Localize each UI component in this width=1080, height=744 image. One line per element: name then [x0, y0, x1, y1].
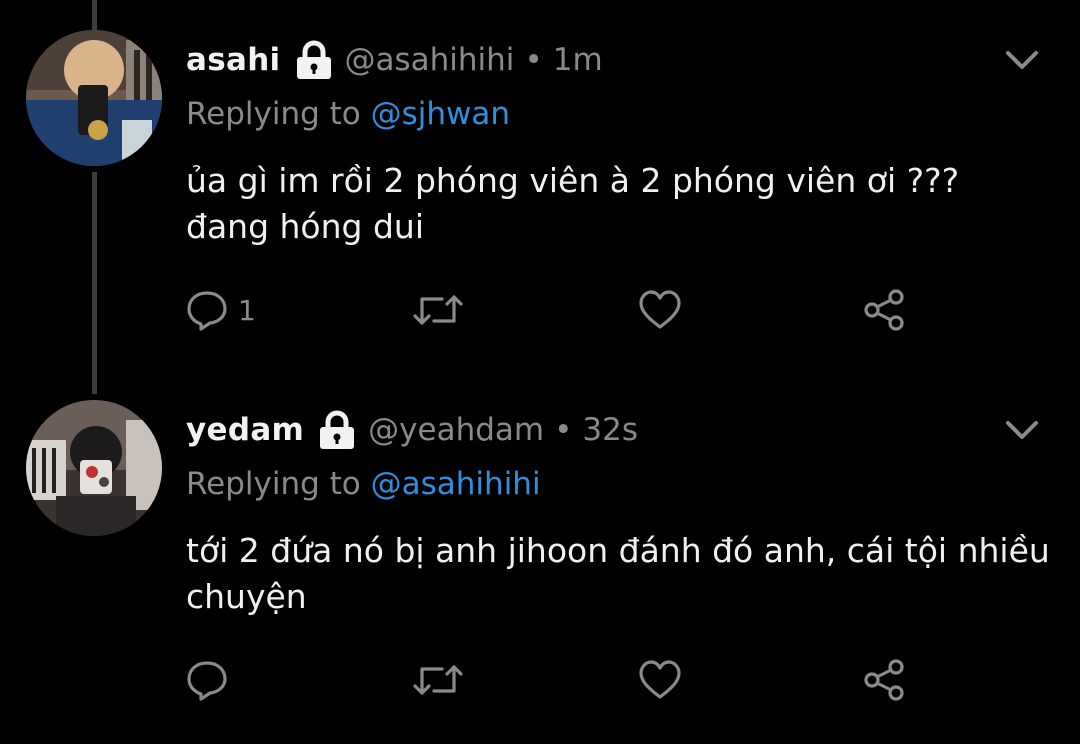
share-icon	[862, 288, 906, 332]
reply-button[interactable]	[186, 656, 238, 704]
avatar[interactable]	[26, 30, 162, 166]
thread-connector-top	[92, 0, 97, 30]
tweet-text-line: tới 2 đứa nó bị anh jihoon đánh đó anh, …	[186, 531, 1050, 570]
action-bar: 1	[186, 286, 946, 336]
tweet-text-line: chuyện	[186, 577, 307, 616]
action-bar	[186, 656, 946, 706]
retweet-icon	[412, 289, 464, 331]
avatar[interactable]	[26, 400, 162, 536]
retweet-button[interactable]	[412, 656, 464, 704]
share-icon	[862, 658, 906, 702]
replying-to-label: Replying to	[186, 466, 361, 502]
chevron-down-icon[interactable]	[1004, 412, 1040, 448]
chevron-down-icon[interactable]	[1004, 42, 1040, 78]
retweet-button[interactable]	[412, 286, 464, 334]
user-handle[interactable]: @yeahdam	[368, 412, 544, 448]
like-button[interactable]	[638, 286, 682, 334]
timestamp[interactable]: 1m	[553, 42, 603, 78]
tweet-text: ủa gì im rồi 2 phóng viên à 2 phóng viên…	[186, 158, 1056, 250]
reply-button[interactable]: 1	[186, 286, 256, 334]
reply-icon	[186, 659, 228, 701]
replying-to-line: Replying to @asahihihi	[186, 466, 541, 502]
user-handle[interactable]: @asahihihi	[345, 42, 515, 78]
like-button[interactable]	[638, 656, 682, 704]
tweet-text: tới 2 đứa nó bị anh jihoon đánh đó anh, …	[186, 528, 1056, 620]
lock-icon	[295, 40, 333, 80]
tweet-text-line: ủa gì im rồi 2 phóng viên à 2 phóng viên…	[186, 161, 960, 200]
share-button[interactable]	[862, 286, 906, 334]
tweet[interactable]: yedam @yeahdam • 32s Replying to @asahih…	[0, 400, 1080, 740]
share-button[interactable]	[862, 656, 906, 704]
mention-link[interactable]: @asahihihi	[371, 466, 541, 502]
reply-count: 1	[238, 293, 256, 327]
separator-dot: •	[524, 42, 543, 78]
lock-icon	[318, 410, 356, 450]
like-icon	[638, 659, 682, 701]
display-name[interactable]: yedam	[186, 412, 304, 448]
separator-dot: •	[554, 412, 573, 448]
tweet-header: yedam @yeahdam • 32s	[186, 400, 638, 460]
replying-to-label: Replying to	[186, 96, 361, 132]
tweet-text-line: đang hóng dui	[186, 207, 425, 246]
display-name[interactable]: asahi	[186, 42, 281, 78]
timestamp[interactable]: 32s	[582, 412, 638, 448]
reply-icon	[186, 289, 228, 331]
replying-to-line: Replying to @sjhwan	[186, 96, 510, 132]
like-icon	[638, 289, 682, 331]
tweet[interactable]: asahi @asahihihi • 1m Replying to @sjhwa…	[0, 30, 1080, 370]
mention-link[interactable]: @sjhwan	[371, 96, 510, 132]
retweet-icon	[412, 659, 464, 701]
tweet-header: asahi @asahihihi • 1m	[186, 30, 603, 90]
